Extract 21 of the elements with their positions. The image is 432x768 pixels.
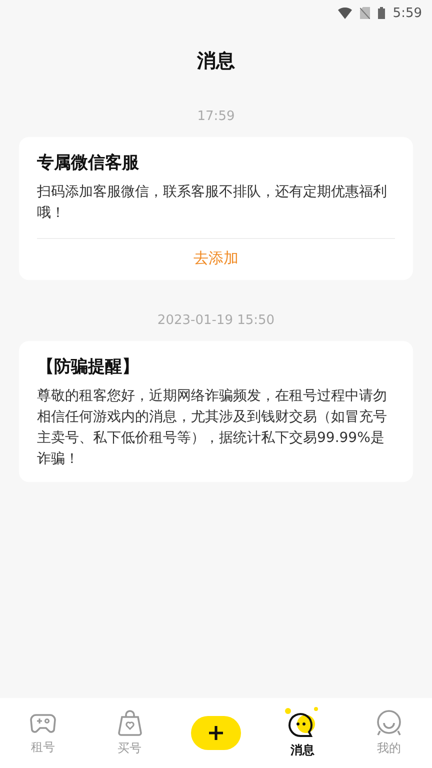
plus-icon <box>208 725 224 741</box>
message-timestamp: 17:59 <box>197 109 235 124</box>
bag-icon <box>116 709 143 737</box>
tab-item[interactable]: 我的 <box>346 709 432 757</box>
add-button[interactable] <box>191 716 242 750</box>
message-title: 专属微信客服 <box>37 152 139 174</box>
status-time: 5:59 <box>392 6 422 20</box>
battery-icon <box>378 7 385 19</box>
tab-item[interactable]: 消息 <box>259 707 346 759</box>
message-timestamp: 2023-01-19 15:50 <box>157 313 275 328</box>
wifi-icon <box>338 7 352 19</box>
tab-item[interactable]: 买号 <box>86 709 173 757</box>
add-link[interactable]: 去添加 <box>194 249 238 268</box>
smiley-icon <box>374 709 403 737</box>
no-sim-icon <box>360 7 370 19</box>
message-title: 【防骗提醒】 <box>37 356 139 378</box>
message-body: 扫码添加客服微信，联系客服不排队，还有定期优惠福利哦！ <box>37 183 388 223</box>
chat-bubble-icon <box>284 707 320 739</box>
tab-item[interactable]: 租号 <box>0 710 86 756</box>
message-body: 尊敬的租客您好，近期网络诈骗频发，在租号过程中请勿相信任何游戏内的消息，尤其涉及到钱财交易（如冒充号主卖号、私下低价租号等），据统计私下交易99.99%是诈骗！ <box>37 387 388 469</box>
page-title: 消息 <box>197 49 235 74</box>
